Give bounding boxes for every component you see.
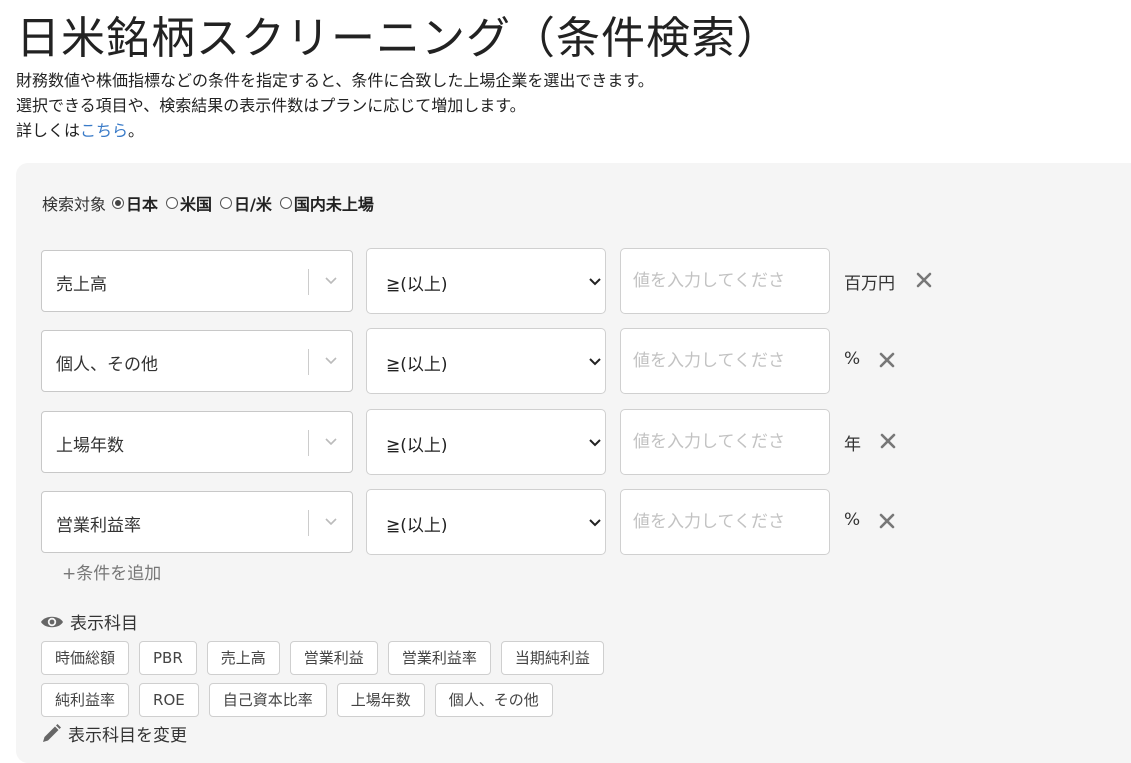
description-line: 財務数値や株価指標などの条件を指定すると、条件に合致した上場企業を選出できます。 <box>16 71 654 90</box>
search-target-label: 検索対象 <box>42 195 107 214</box>
display-item-chip[interactable]: 売上高 <box>206 641 280 675</box>
details-link[interactable]: こちら <box>80 121 128 140</box>
operator-select[interactable]: ≧(以上) <box>366 248 606 314</box>
target-option-japan[interactable]: 日本 <box>112 191 158 215</box>
field-select-value: 個人、その他 <box>56 355 158 375</box>
target-option-label: 日/米 <box>234 195 272 214</box>
close-icon[interactable] <box>914 270 934 290</box>
select-separator <box>308 269 309 295</box>
unit-label: % <box>844 510 861 530</box>
radio-button[interactable] <box>279 197 292 209</box>
display-items-row: 純利益率 ROE 自己資本比率 上場年数 個人、その他 <box>41 683 741 717</box>
display-item-chip[interactable]: 当期純利益 <box>500 641 604 675</box>
chevron-down-icon <box>589 278 601 286</box>
page-title: 日米銘柄スクリーニング（条件検索） <box>16 13 781 64</box>
chevron-down-icon <box>589 439 601 447</box>
operator-select-value: ≧(以上) <box>386 516 448 536</box>
description: 財務数値や株価指標などの条件を指定すると、条件に合致した上場企業を選出できます。… <box>16 68 654 143</box>
radio-button[interactable] <box>166 197 179 209</box>
details-prefix: 詳しくは <box>16 121 81 140</box>
field-select-value: 営業利益率 <box>56 516 141 536</box>
chevron-down-icon <box>589 358 601 366</box>
display-items-title: 表示科目 <box>70 614 138 634</box>
target-option-label: 米国 <box>180 195 213 214</box>
details-suffix: 。 <box>128 121 145 140</box>
field-select[interactable]: 営業利益率 <box>41 491 353 553</box>
chevron-down-icon[interactable] <box>321 431 341 451</box>
chevron-down-icon[interactable] <box>321 511 341 531</box>
target-option-unlisted[interactable]: 国内未上場 <box>279 191 374 215</box>
display-item-chip[interactable]: 営業利益率 <box>387 641 491 675</box>
display-item-chip[interactable]: 自己資本比率 <box>208 683 327 717</box>
display-items-heading: 表示科目 <box>40 609 138 634</box>
operator-select-value: ≧(以上) <box>386 275 448 295</box>
value-input[interactable] <box>620 409 830 475</box>
display-item-chip[interactable]: 上場年数 <box>336 683 425 717</box>
close-icon[interactable] <box>877 511 897 531</box>
unit-label: % <box>844 349 861 369</box>
unit-label: 百万円 <box>844 274 895 294</box>
display-item-chip[interactable]: ROE <box>139 683 199 717</box>
search-target-row: 検索対象 日本 米国 日/米 国内未上場 <box>42 191 374 215</box>
field-select-value: 上場年数 <box>56 436 124 456</box>
add-condition-button[interactable]: +条件を追加 <box>62 559 161 584</box>
select-separator <box>308 510 309 536</box>
display-item-chip[interactable]: 純利益率 <box>41 683 130 717</box>
description-line: 選択できる項目や、検索結果の表示件数はプランに応じて増加します。 <box>16 96 526 115</box>
display-item-chip[interactable]: PBR <box>139 641 197 675</box>
chevron-down-icon[interactable] <box>321 350 341 370</box>
eye-icon <box>41 616 63 627</box>
pencil-icon <box>43 723 61 742</box>
radio-button[interactable] <box>220 197 233 209</box>
target-option-label: 日本 <box>126 195 159 214</box>
operator-select-value: ≧(以上) <box>386 355 448 375</box>
radio-button[interactable] <box>112 197 125 209</box>
change-display-items-label: 表示科目を変更 <box>68 726 187 746</box>
operator-select[interactable]: ≧(以上) <box>366 489 606 555</box>
field-select[interactable]: 売上高 <box>41 250 353 312</box>
chevron-down-icon <box>589 519 601 527</box>
change-display-items-button[interactable]: 表示科目を変更 <box>40 721 187 746</box>
value-input[interactable] <box>620 248 830 314</box>
operator-select[interactable]: ≧(以上) <box>366 328 606 394</box>
screening-panel: 検索対象 日本 米国 日/米 国内未上場 売上高 ≧(以上) 百万円 <box>16 163 1131 763</box>
operator-select-value: ≧(以上) <box>386 436 448 456</box>
description-line: 詳しくはこちら。 <box>16 118 654 143</box>
select-separator <box>308 430 309 456</box>
target-option-label: 国内未上場 <box>293 195 374 214</box>
unit-label: 年 <box>844 435 861 455</box>
target-option-japan-us[interactable]: 日/米 <box>220 191 272 215</box>
display-items-row: 時価総額 PBR 売上高 営業利益 営業利益率 当期純利益 <box>41 641 741 675</box>
chevron-down-icon[interactable] <box>321 270 341 290</box>
select-separator <box>308 349 309 375</box>
display-item-chip[interactable]: 時価総額 <box>41 641 130 675</box>
operator-select[interactable]: ≧(以上) <box>366 409 606 475</box>
close-icon[interactable] <box>878 431 898 451</box>
display-item-chip[interactable]: 営業利益 <box>289 641 378 675</box>
display-item-chip[interactable]: 個人、その他 <box>434 683 553 717</box>
value-input[interactable] <box>620 328 830 394</box>
value-input[interactable] <box>620 489 830 555</box>
close-icon[interactable] <box>877 350 897 370</box>
target-option-us[interactable]: 米国 <box>166 191 212 215</box>
field-select[interactable]: 個人、その他 <box>41 330 353 392</box>
field-select[interactable]: 上場年数 <box>41 411 353 473</box>
field-select-value: 売上高 <box>56 275 107 295</box>
